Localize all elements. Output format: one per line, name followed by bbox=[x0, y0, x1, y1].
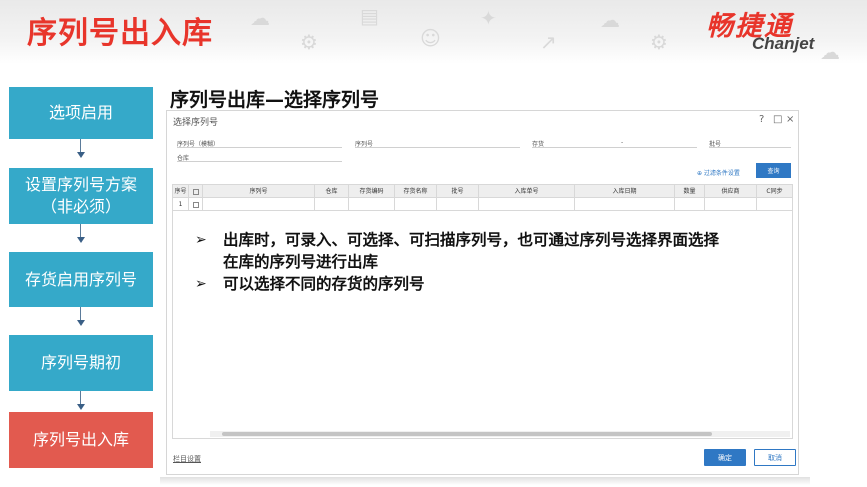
col-warehouse[interactable]: 仓库 bbox=[315, 185, 349, 198]
cloud-icon-2: ☁ bbox=[600, 8, 620, 32]
warehouse-input[interactable] bbox=[177, 161, 342, 162]
batch-input[interactable] bbox=[709, 147, 791, 148]
flow-connector bbox=[80, 391, 81, 405]
close-icon[interactable]: × bbox=[786, 114, 794, 125]
row-select[interactable] bbox=[189, 198, 203, 211]
lightbulb-icon: ✦ bbox=[480, 6, 497, 30]
people-icon: ☺ bbox=[420, 26, 441, 50]
arrow-down-icon bbox=[77, 320, 85, 326]
checkbox-icon[interactable] bbox=[192, 201, 199, 208]
col-qty[interactable]: 数量 bbox=[675, 185, 705, 198]
query-button[interactable]: 查询 bbox=[756, 163, 791, 178]
col-supplier[interactable]: 供应商 bbox=[705, 185, 757, 198]
filter-settings-link[interactable]: ⊕ 过滤条件设置 bbox=[697, 168, 740, 177]
gear-icon: ⚙ bbox=[300, 30, 318, 54]
inventory-input[interactable] bbox=[532, 147, 697, 148]
col-in-date[interactable]: 入库日期 bbox=[575, 185, 675, 198]
cell-inv-code[interactable] bbox=[349, 198, 395, 211]
cloud-icon: ☁ bbox=[250, 6, 270, 30]
cell-inv-name[interactable] bbox=[395, 198, 437, 211]
serial-input[interactable] bbox=[355, 147, 520, 148]
bullet-text: 可以选择不同的存货的序列号 bbox=[223, 275, 425, 293]
checkbox-icon[interactable] bbox=[192, 188, 199, 195]
step-inventory-serial[interactable]: 存货启用序列号 bbox=[9, 252, 153, 307]
cell-in-doc[interactable] bbox=[479, 198, 575, 211]
col-batch[interactable]: 批号 bbox=[437, 185, 479, 198]
table-row[interactable]: 1 bbox=[173, 198, 792, 211]
cell-in-date[interactable] bbox=[575, 198, 675, 211]
confirm-button[interactable]: 确定 bbox=[704, 449, 746, 466]
col-index: 序号 bbox=[173, 185, 189, 198]
serial-fuzzy-input[interactable] bbox=[177, 147, 342, 148]
flow-connector bbox=[80, 224, 81, 238]
slide-title: 序列号出入库 bbox=[27, 16, 213, 51]
cell-batch[interactable] bbox=[437, 198, 479, 211]
step-option-enable[interactable]: 选项启用 bbox=[9, 87, 153, 139]
horizontal-scrollbar[interactable] bbox=[210, 431, 790, 437]
arrow-down-icon bbox=[77, 152, 85, 158]
bullet-item: ➢ 可以选择不同的存货的序列号 bbox=[193, 273, 733, 295]
bullet-text: 出库时，可录入、可选择、可扫描序列号，也可通过序列号选择界面选择在库的序列号进行… bbox=[223, 231, 720, 271]
slide: ☁ ⚙ ▤ ☺ ✦ ↗ ☁ ⚙ ☁ 序列号出入库 畅捷通 Chanjet 选项启… bbox=[0, 0, 867, 487]
cell-sync[interactable] bbox=[757, 198, 792, 211]
maximize-icon[interactable]: □ bbox=[773, 114, 782, 125]
gear-icon-2: ⚙ bbox=[650, 30, 668, 54]
arrow-down-icon bbox=[77, 237, 85, 243]
column-settings-link[interactable]: 栏目设置 bbox=[173, 454, 201, 464]
dialog-title: 选择序列号 bbox=[173, 118, 219, 128]
help-icon[interactable]: ? bbox=[759, 114, 764, 125]
arrow-bullet-icon: ➢ bbox=[195, 232, 207, 248]
col-sync[interactable]: C同步 bbox=[757, 185, 792, 198]
arrow-bullet-icon: ➢ bbox=[195, 276, 207, 292]
col-in-doc[interactable]: 入库单号 bbox=[479, 185, 575, 198]
step-serial-scheme[interactable]: 设置序列号方案（非必须） bbox=[9, 168, 153, 224]
scrollbar-thumb[interactable] bbox=[222, 432, 712, 436]
row-index: 1 bbox=[173, 198, 189, 211]
brand-logo-en: Chanjet bbox=[752, 34, 815, 53]
bullet-item: ➢ 出库时，可录入、可选择、可扫描序列号，也可通过序列号选择界面选择在库的序列号… bbox=[193, 229, 733, 273]
cell-serial[interactable] bbox=[203, 198, 315, 211]
step-serial-opening[interactable]: 序列号期初 bbox=[9, 335, 153, 391]
cell-supplier[interactable] bbox=[705, 198, 757, 211]
cell-warehouse[interactable] bbox=[315, 198, 349, 211]
col-select-all[interactable] bbox=[189, 185, 203, 198]
cell-qty[interactable] bbox=[675, 198, 705, 211]
cloud-icon-3: ☁ bbox=[820, 40, 840, 64]
col-serial[interactable]: 序列号 bbox=[203, 185, 315, 198]
table-header: 序号 序列号 仓库 存货编码 存货名称 批号 入库单号 入库日期 数量 供应商 … bbox=[173, 185, 792, 198]
serial-table: 序号 序列号 仓库 存货编码 存货名称 批号 入库单号 入库日期 数量 供应商 … bbox=[172, 184, 793, 439]
col-inv-code[interactable]: 存货编码 bbox=[349, 185, 395, 198]
inventory-dash: - bbox=[621, 139, 624, 146]
col-inv-name[interactable]: 存货名称 bbox=[395, 185, 437, 198]
step-serial-in-out[interactable]: 序列号出入库 bbox=[9, 412, 153, 468]
page-heading: 序列号出库—选择序列号 bbox=[170, 89, 380, 111]
bullet-list: ➢ 出库时，可录入、可选择、可扫描序列号，也可通过序列号选择界面选择在库的序列号… bbox=[193, 229, 733, 295]
footer-shadow bbox=[160, 477, 810, 485]
header-band: ☁ ⚙ ▤ ☺ ✦ ↗ ☁ ⚙ ☁ 序列号出入库 畅捷通 Chanjet bbox=[0, 0, 867, 64]
flow-connector bbox=[80, 139, 81, 153]
graph-icon: ↗ bbox=[540, 30, 557, 54]
flow-connector bbox=[80, 307, 81, 321]
arrow-down-icon bbox=[77, 404, 85, 410]
cancel-button[interactable]: 取消 bbox=[754, 449, 796, 466]
chart-icon: ▤ bbox=[360, 4, 379, 28]
